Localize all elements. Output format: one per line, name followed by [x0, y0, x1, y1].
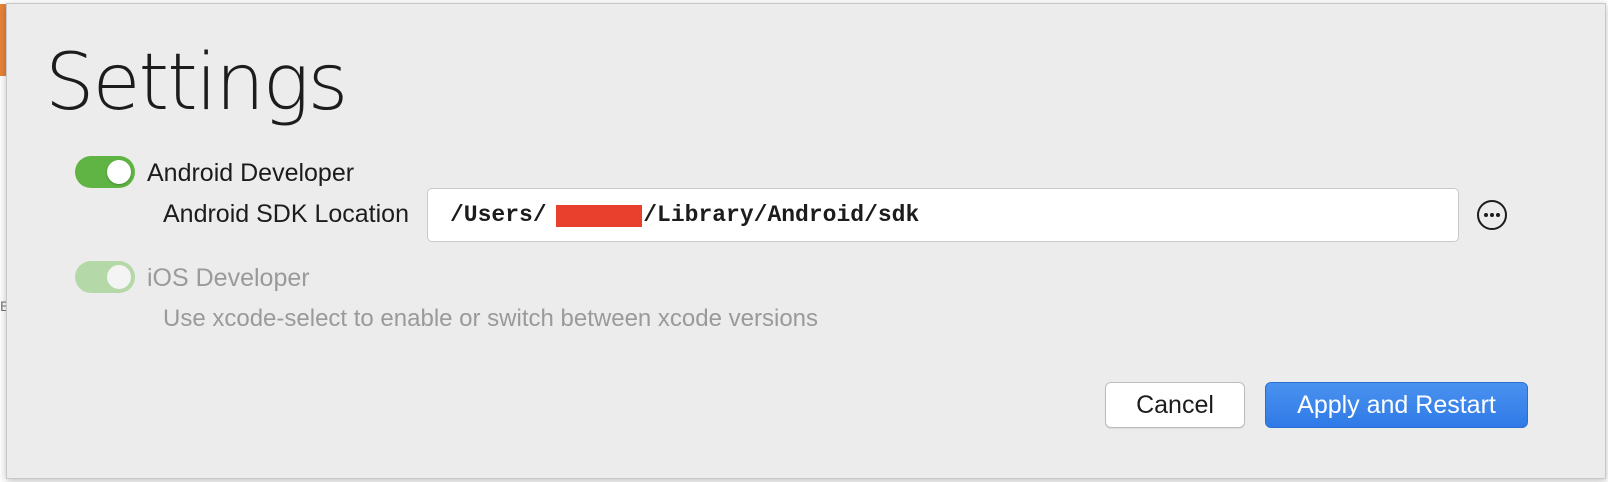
ios-developer-hint: Use xcode-select to enable or switch bet…: [163, 305, 819, 332]
android-developer-label: Android Developer: [147, 159, 355, 187]
ios-developer-toggle: [75, 261, 135, 293]
dot: [1484, 213, 1488, 217]
cancel-button[interactable]: Cancel: [1105, 382, 1245, 428]
settings-dialog: Settings Android Developer Android SDK L…: [6, 3, 1606, 479]
android-developer-toggle[interactable]: [75, 156, 135, 188]
ellipsis-circle-icon[interactable]: [1477, 200, 1507, 230]
apply-and-restart-button[interactable]: Apply and Restart: [1265, 382, 1528, 428]
android-sdk-location-label: Android SDK Location: [163, 200, 409, 228]
dot: [1490, 213, 1494, 217]
ios-developer-label: iOS Developer: [147, 264, 310, 292]
toggle-knob: [107, 265, 131, 289]
redacted-username: [556, 205, 642, 227]
dot: [1496, 213, 1500, 217]
toggle-knob: [107, 160, 131, 184]
dialog-title: Settings: [45, 38, 348, 128]
